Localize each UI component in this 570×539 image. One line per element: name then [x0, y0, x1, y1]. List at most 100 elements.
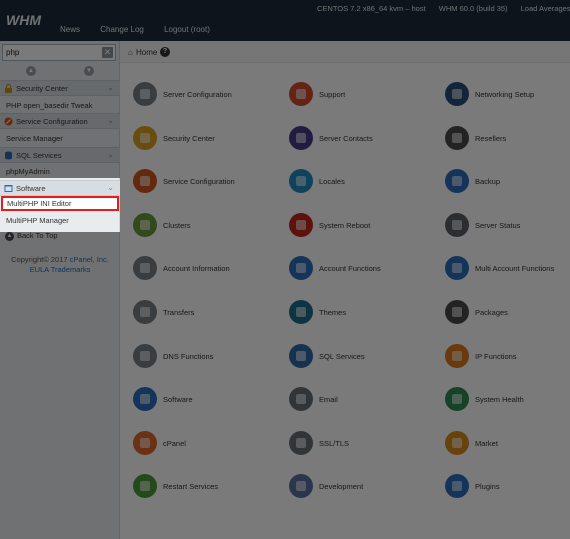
locales-icon — [289, 169, 313, 194]
tile-ssl-tls[interactable]: SSL/TLS — [288, 430, 438, 460]
tile-label: Transfers — [163, 308, 195, 317]
tile-service-configuration[interactable]: Service Configuration — [132, 168, 282, 198]
tile-security-center[interactable]: Security Center — [132, 125, 282, 155]
sidebar-group-software[interactable]: Software ⌄ — [0, 180, 120, 196]
tile-label: Locales — [319, 177, 345, 187]
tile-account-information[interactable]: Account Information — [132, 255, 282, 285]
clusters-icon — [133, 212, 157, 237]
tile-email[interactable]: Email — [288, 386, 438, 416]
tile-clusters[interactable]: Clusters — [132, 212, 282, 242]
server-configuration-icon — [133, 82, 157, 106]
breadcrumb-home[interactable]: Home — [136, 48, 157, 57]
tile-label: Clusters — [163, 220, 191, 230]
search-input[interactable] — [6, 47, 98, 58]
tile-account-functions[interactable]: Account Functions — [288, 255, 438, 285]
tile-transfers[interactable]: Transfers — [132, 299, 282, 329]
logout-link[interactable]: Logout (root) — [164, 25, 210, 34]
tile-server-configuration[interactable]: Server Configuration — [132, 81, 282, 111]
packages-icon — [445, 300, 469, 324]
tile-plugins[interactable]: Plugins — [444, 473, 570, 503]
tile-label: SSL/TLS — [319, 438, 350, 448]
tile-cpanel[interactable]: cPanel — [132, 430, 282, 460]
tile-software[interactable]: Software — [132, 386, 282, 416]
plugins-icon — [445, 474, 469, 499]
help-icon[interactable]: ? — [160, 47, 170, 57]
tile-locales[interactable]: Locales — [288, 168, 438, 198]
tile-label: Themes — [319, 308, 347, 317]
tile-label: Market — [475, 438, 498, 448]
server-contacts-icon — [289, 125, 313, 150]
system-health-icon — [445, 387, 469, 412]
whm-version: WHM 60.0 (build 35) — [438, 4, 508, 13]
tile-label: Networking Setup — [475, 90, 535, 99]
tile-packages[interactable]: Packages — [444, 299, 570, 329]
sidebar-group-service-configuration[interactable]: Service Configuration ⌄ — [0, 113, 120, 129]
tile-label: Plugins — [475, 482, 500, 492]
server-status-icon — [445, 212, 469, 237]
tile-label: Server Contacts — [319, 133, 373, 143]
sidebar-item-multiphp-ini-editor[interactable]: MultiPHP INI Editor — [1, 196, 119, 211]
tile-label: Multi Account Functions — [475, 264, 555, 274]
top-nav: News Change Log Logout (root) — [60, 25, 228, 34]
top-bar: WHM News Change Log Logout (root) CENTOS… — [0, 0, 570, 41]
tile-label: Packages — [475, 308, 508, 317]
multi-account-functions-icon — [445, 256, 469, 281]
expand-all-icon[interactable]: ▼ — [84, 66, 94, 76]
transfers-icon — [133, 300, 157, 324]
software-icon — [133, 387, 157, 412]
backup-icon — [445, 169, 469, 194]
tile-label: Account Functions — [319, 264, 381, 274]
collapse-all-icon[interactable]: ▲ — [26, 66, 36, 76]
load-averages[interactable]: Load Averages: — [521, 4, 570, 13]
tile-backup[interactable]: Backup — [444, 168, 570, 198]
tile-label: SQL Services — [319, 351, 365, 361]
back-to-top-link[interactable]: ▲ Back To Top — [5, 231, 58, 241]
tile-networking-setup[interactable]: Networking Setup — [444, 81, 570, 111]
sidebar-item-phpmyadmin[interactable]: phpMyAdmin — [0, 164, 120, 179]
tile-sql-services[interactable]: SQL Services — [288, 343, 438, 373]
tile-market[interactable]: Market — [444, 430, 570, 460]
server-info: CENTOS 7.2 x86_64 kvm – host WHM 60.0 (b… — [317, 4, 570, 13]
eula-link[interactable]: EULA — [30, 265, 49, 274]
cpanel-link[interactable]: cPanel, Inc. — [70, 255, 109, 264]
chevron-down-icon: ⌄ — [107, 83, 114, 92]
arrow-up-icon: ▲ — [5, 231, 14, 241]
clear-search-icon[interactable]: ✕ — [102, 47, 113, 58]
whm-logo[interactable]: WHM — [6, 10, 50, 32]
change-log-link[interactable]: Change Log — [100, 25, 144, 34]
trademarks-link[interactable]: Trademarks — [51, 265, 91, 274]
sidebar-group-security-center[interactable]: Security Center ⌄ — [0, 80, 120, 96]
themes-icon — [289, 300, 313, 324]
copyright-footer: Copyright© 2017 cPanel, Inc. EULA Tradem… — [11, 255, 109, 274]
tile-restart-services[interactable]: Restart Services — [132, 473, 282, 503]
sidebar-group-sql-services[interactable]: SQL Services ⌄ — [0, 147, 120, 163]
resellers-icon — [445, 125, 469, 150]
os-info: CENTOS 7.2 x86_64 kvm – host — [317, 4, 426, 13]
tile-system-health[interactable]: System Health — [444, 386, 570, 416]
news-link[interactable]: News — [60, 25, 80, 34]
tile-support[interactable]: Support — [288, 81, 438, 111]
tile-dns-functions[interactable]: DNS Functions — [132, 343, 282, 373]
tile-multi-account-functions[interactable]: Multi Account Functions — [444, 255, 570, 285]
sidebar-item-php-open-basedir-tweak[interactable]: PHP open_basedir Tweak — [0, 98, 120, 113]
market-icon — [445, 430, 469, 455]
home-icon[interactable]: ⌂ — [128, 48, 133, 57]
ssl-tls-icon — [289, 430, 313, 455]
wrench-icon — [4, 117, 13, 126]
tile-resellers[interactable]: Resellers — [444, 125, 570, 155]
tile-label: Security Center — [163, 133, 215, 143]
tile-system-reboot[interactable]: System Reboot — [288, 212, 438, 242]
tile-themes[interactable]: Themes — [288, 299, 438, 329]
development-icon — [289, 474, 313, 499]
ip-functions-icon — [445, 343, 469, 368]
dns-functions-icon — [133, 343, 157, 368]
tile-server-status[interactable]: Server Status — [444, 212, 570, 242]
sidebar-item-service-manager[interactable]: Service Manager — [0, 131, 120, 146]
support-icon — [289, 82, 313, 106]
tile-ip-functions[interactable]: IP Functions — [444, 343, 570, 373]
svg-text:WHM: WHM — [6, 12, 41, 28]
tile-server-contacts[interactable]: Server Contacts — [288, 125, 438, 155]
tile-label: System Reboot — [319, 220, 371, 230]
tile-development[interactable]: Development — [288, 473, 438, 503]
sidebar-item-multiphp-manager[interactable]: MultiPHP Manager — [0, 213, 120, 228]
